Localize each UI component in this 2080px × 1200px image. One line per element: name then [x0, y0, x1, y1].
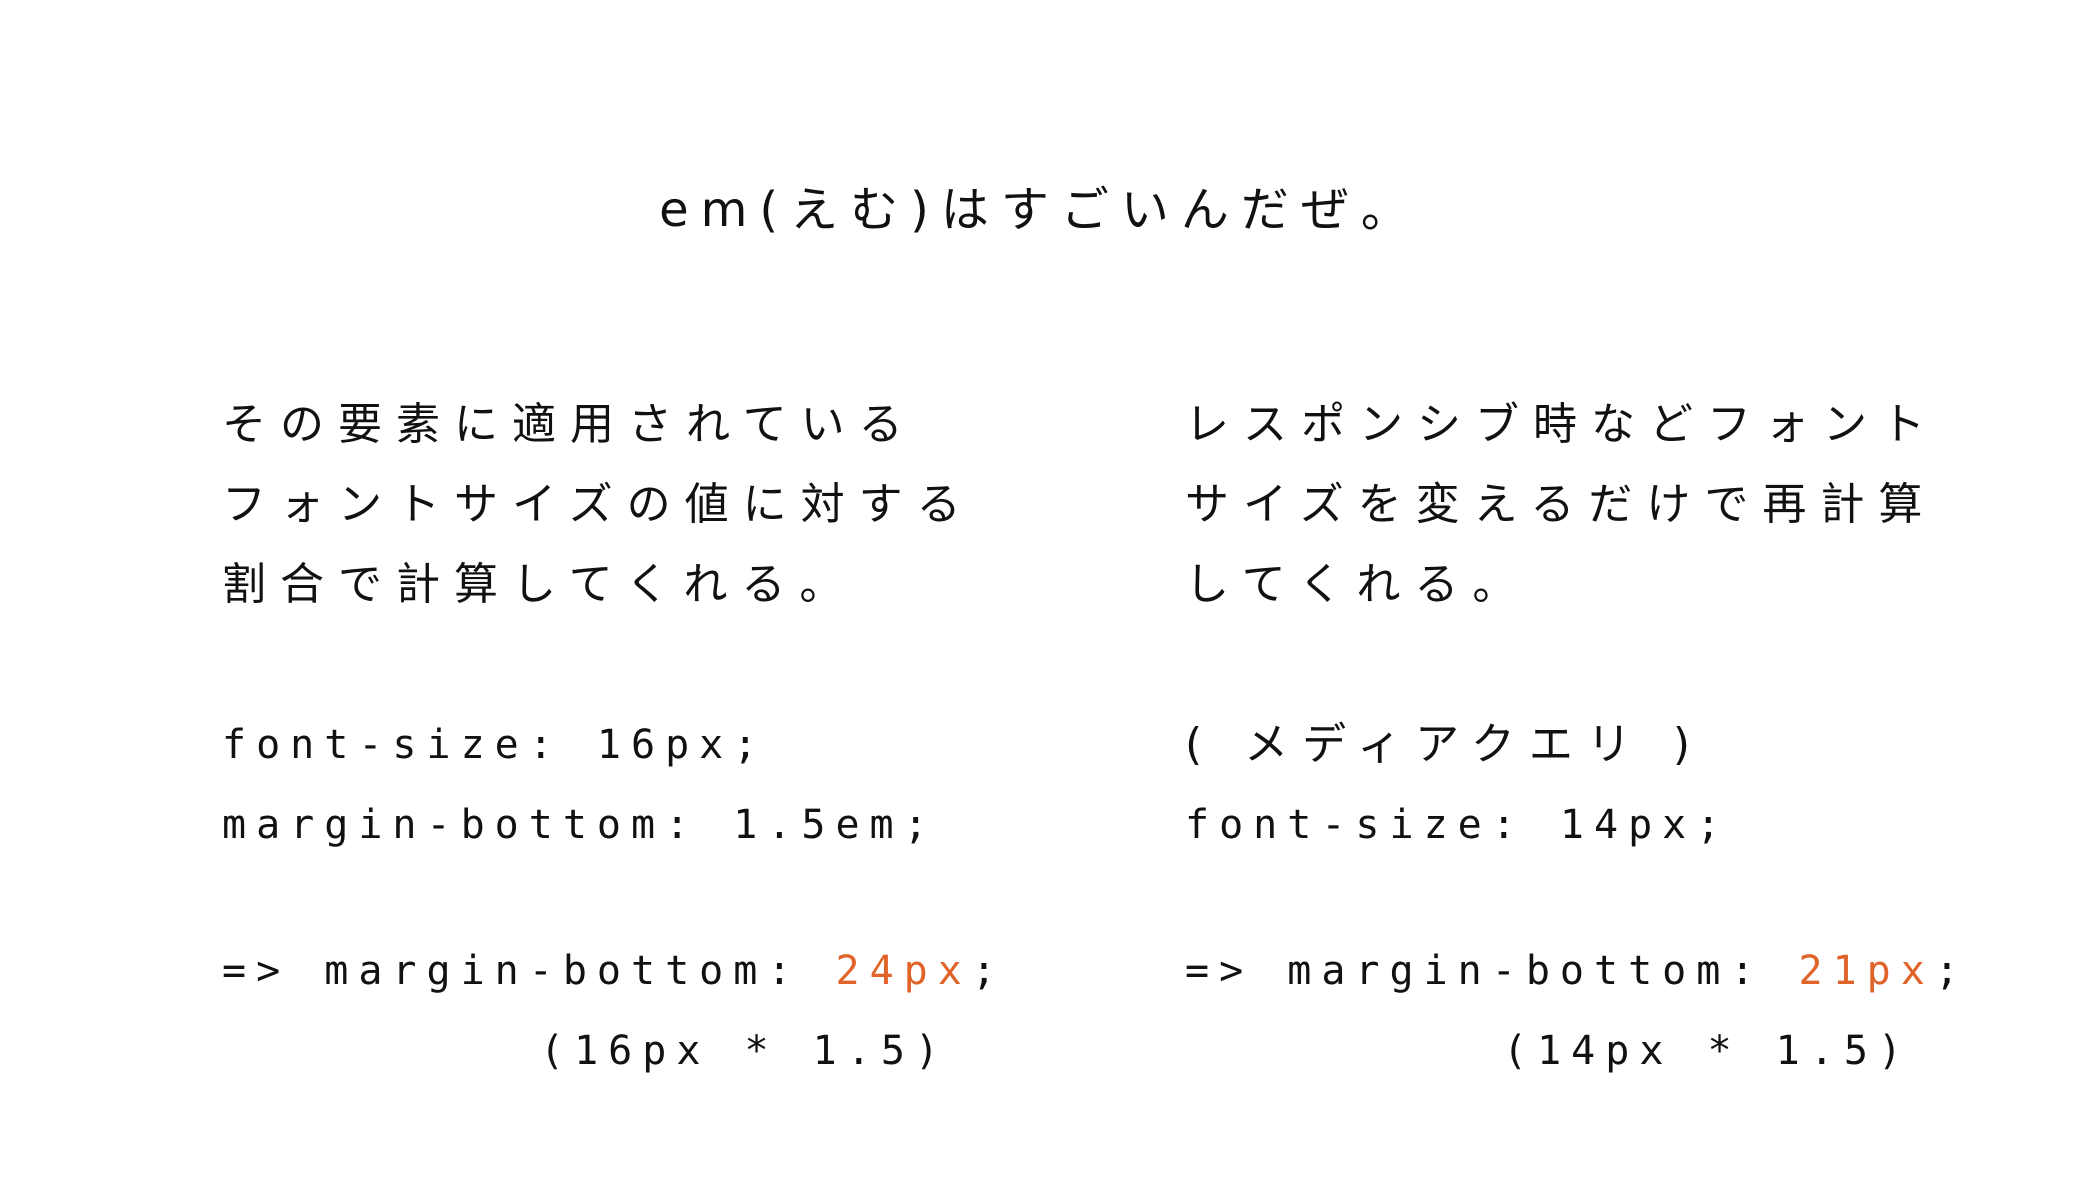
- left-para-line-3: 割合で計算してくれる。: [222, 559, 858, 610]
- right-column: レスポンシブ時などフォント サイズを変えるだけで再計算 してくれる。 ( メディ…: [1185, 385, 1959, 1091]
- left-result-value: 24px: [835, 948, 972, 994]
- left-result-prefix: => margin-bottom:: [222, 948, 836, 994]
- left-result-line: => margin-bottom: 24px;: [222, 931, 996, 1011]
- left-code-font-size: font-size: 16px;: [222, 722, 768, 768]
- right-calc: (14px * 1.5): [1503, 1028, 1912, 1074]
- left-column: その要素に適用されている フォントサイズの値に対する 割合で計算してくれる。 f…: [222, 385, 996, 1091]
- right-para-line-2: サイズを変えるだけで再計算: [1185, 479, 1937, 530]
- right-result-line: => margin-bottom: 21px;: [1185, 931, 1959, 1011]
- right-code-font-size: font-size: 14px;: [1185, 802, 1731, 848]
- left-code-margin: margin-bottom: 1.5em;: [222, 802, 938, 848]
- right-note: ( メディアクエリ ): [1185, 719, 1705, 770]
- left-para-line-2: フォントサイズの値に対する: [222, 479, 975, 530]
- right-para-line-1: レスポンシブ時などフォント: [1185, 399, 1939, 450]
- page-title: em(えむ)はすごいんだぜ。: [659, 182, 1421, 238]
- right-para-line-3: してくれる。: [1185, 559, 1531, 610]
- left-calc: (16px * 1.5): [540, 1028, 949, 1074]
- right-result-value: 21px: [1798, 948, 1935, 994]
- left-result-suffix: ;: [971, 948, 1006, 994]
- right-result-prefix: => margin-bottom:: [1185, 948, 1799, 994]
- right-result-suffix: ;: [1934, 948, 1969, 994]
- left-para-line-1: その要素に適用されている: [222, 399, 917, 450]
